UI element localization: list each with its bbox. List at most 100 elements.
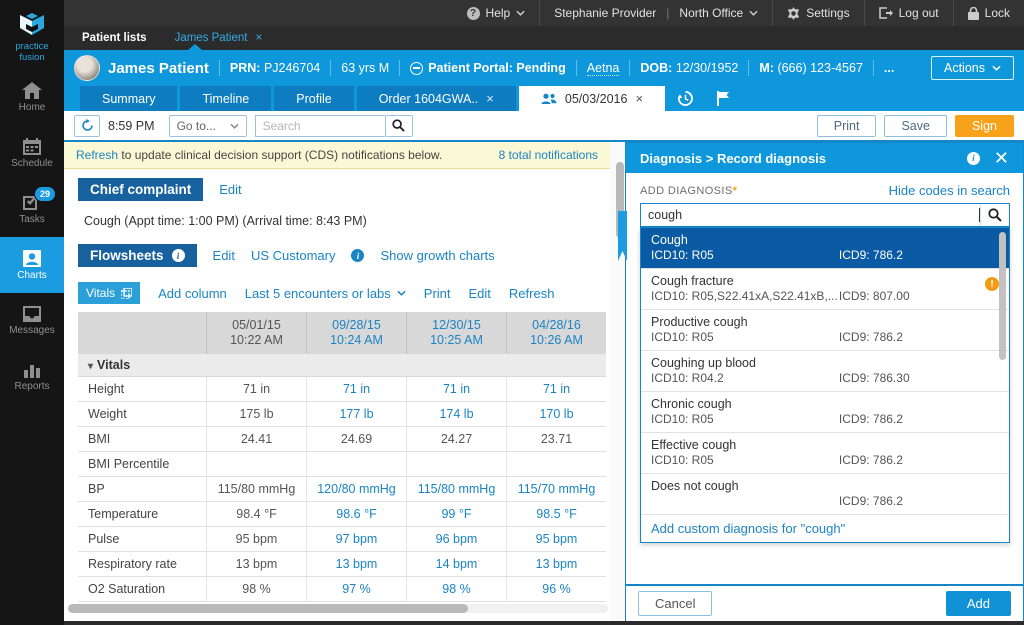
diagnosis-result-coughing-up-blood[interactable]: Coughing up blood ICD10: R04.2ICD9: 786.… <box>641 351 1009 392</box>
print-button[interactable]: Print <box>817 115 877 137</box>
patient-name: James Patient <box>108 60 209 77</box>
close-order-tab-icon[interactable]: × <box>486 91 494 106</box>
sidebar-item-home[interactable]: Home <box>0 69 64 125</box>
warning-icon[interactable]: ! <box>985 277 999 291</box>
more-ellipsis[interactable]: ... <box>884 61 894 75</box>
help-icon: ? <box>467 7 480 20</box>
flowsheet-print-link[interactable]: Print <box>424 286 451 301</box>
encounter-history-button[interactable] <box>668 86 703 111</box>
vitals-section-row[interactable]: ▾Vitals <box>78 354 606 377</box>
tab-summary[interactable]: Summary <box>80 86 177 111</box>
sign-button[interactable]: Sign <box>955 115 1014 137</box>
sidebar-item-tasks[interactable]: 29 Tasks <box>0 181 64 237</box>
tab-order[interactable]: Order 1604GWA.. × <box>357 86 516 111</box>
tab-encounter-date[interactable]: 05/03/2016 × <box>519 86 665 111</box>
actions-button[interactable]: Actions <box>931 56 1014 80</box>
chevron-down-icon <box>230 123 239 129</box>
settings-button[interactable]: Settings <box>772 0 863 26</box>
help-menu[interactable]: ? Help <box>453 0 540 26</box>
diagnosis-result-effective-cough[interactable]: Effective cough ICD10: R05ICD9: 786.2 <box>641 433 1009 474</box>
chevron-down-icon <box>516 10 525 16</box>
flag-button[interactable] <box>706 86 740 111</box>
sidebar-item-charts[interactable]: Charts <box>0 237 64 293</box>
table-row-respiratory-rate: Respiratory rate 13 bpm 13 bpm 14 bpm 13… <box>78 552 606 577</box>
add-custom-diagnosis-link[interactable]: Add custom diagnosis for "cough" <box>641 515 1009 542</box>
tasks-count-badge: 29 <box>34 186 56 202</box>
table-row-pulse: Pulse 95 bpm 97 bpm 96 bpm 95 bpm <box>78 527 606 552</box>
chevron-down-icon <box>749 10 758 16</box>
practice-fusion-logo[interactable]: practice fusion <box>0 0 64 69</box>
units-info-icon[interactable]: i <box>351 249 364 262</box>
horizontal-scrollbar-handle[interactable] <box>68 604 468 613</box>
patient-tab-james[interactable]: James Patient × <box>165 32 273 44</box>
cancel-button[interactable]: Cancel <box>638 591 712 616</box>
diagnosis-result-cough[interactable]: Cough ICD10: R05ICD9: 786.2 <box>641 228 1009 269</box>
diagnosis-result-productive-cough[interactable]: Productive cough ICD10: R05ICD9: 786.2 <box>641 310 1009 351</box>
add-button[interactable]: Add <box>946 591 1011 616</box>
column-header[interactable]: 04/28/1610:26 AM <box>506 312 606 354</box>
flowsheets-header: Flowsheets i <box>78 244 197 267</box>
office-name: North Office <box>679 6 743 20</box>
lock-icon <box>968 7 979 20</box>
lock-button[interactable]: Lock <box>953 0 1024 26</box>
tab-profile[interactable]: Profile <box>274 86 353 111</box>
sidebar-item-schedule[interactable]: Schedule <box>0 125 64 181</box>
close-patient-tab-icon[interactable]: × <box>255 32 262 44</box>
hide-codes-link[interactable]: Hide codes in search <box>889 183 1010 198</box>
cds-count-link[interactable]: 8 total notifications <box>499 148 598 162</box>
diagnosis-panel-footer: Cancel Add <box>626 584 1023 621</box>
encounters-filter-dropdown[interactable]: Last 5 encounters or labs <box>245 286 406 301</box>
refresh-encounter-button[interactable] <box>74 115 100 137</box>
patient-phone: M: (666) 123-4567 <box>759 61 863 75</box>
people-icon <box>541 93 557 105</box>
diagnosis-result-does-not-cough[interactable]: Does not cough ICD9: 786.2 <box>641 474 1009 515</box>
patient-avatar[interactable] <box>74 55 100 81</box>
results-scrollbar-handle[interactable] <box>999 232 1006 360</box>
diagnosis-result-chronic-cough[interactable]: Chronic cough ICD10: R05ICD9: 786.2 <box>641 392 1009 433</box>
units-link[interactable]: US Customary <box>251 248 336 263</box>
logout-button[interactable]: Log out <box>864 0 953 26</box>
add-column-link[interactable]: Add column <box>158 286 227 301</box>
flag-icon <box>716 91 730 106</box>
collapse-triangle-icon: ▾ <box>88 361 93 372</box>
vitals-tab[interactable]: Vitals <box>78 282 140 304</box>
flowsheet-edit-link[interactable]: Edit <box>469 286 491 301</box>
close-date-tab-icon[interactable]: × <box>635 91 643 106</box>
diagnosis-breadcrumb: Diagnosis > Record diagnosis <box>640 151 826 166</box>
flowsheets-edit-link[interactable]: Edit <box>213 248 235 263</box>
chief-complaint-text: Cough (Appt time: 1:00 PM) (Arrival time… <box>84 214 367 228</box>
column-header: 05/01/1510:22 AM <box>206 312 306 354</box>
save-button[interactable]: Save <box>884 115 947 137</box>
inbox-icon <box>23 306 41 322</box>
chief-complaint-edit-link[interactable]: Edit <box>219 182 241 197</box>
cds-refresh-link[interactable]: Refresh <box>76 148 118 162</box>
sidebar-item-messages[interactable]: Messages <box>0 293 64 349</box>
chart-search-input[interactable] <box>255 115 385 137</box>
user-office-menu[interactable]: Stephanie Provider | North Office <box>539 0 772 26</box>
chevron-down-icon <box>992 65 1001 71</box>
patient-age-sex: 63 yrs M <box>341 61 389 75</box>
column-header[interactable]: 12/30/1510:25 AM <box>406 312 506 354</box>
horizontal-scrollbar[interactable] <box>68 604 608 613</box>
goto-select[interactable]: Go to... <box>169 115 247 137</box>
panel-info-icon[interactable]: i <box>967 152 980 165</box>
sidebar-item-reports[interactable]: Reports <box>0 349 64 405</box>
tab-timeline[interactable]: Timeline <box>180 86 271 111</box>
panel-close-icon[interactable]: ✕ <box>994 149 1009 167</box>
diagnosis-search-button[interactable] <box>980 204 1009 226</box>
portal-pending-icon <box>410 62 423 75</box>
bottom-strip <box>64 621 1024 625</box>
content-area: Refresh to update clinical decision supp… <box>64 142 1024 621</box>
patient-header: James Patient PRN: PJ246704 63 yrs M Pat… <box>64 50 1024 86</box>
diagnosis-search-input[interactable] <box>641 208 983 222</box>
diagnosis-result-cough-fracture[interactable]: Cough fracture ICD10: R05,S22.41xA,S22.4… <box>641 269 1009 310</box>
column-header[interactable]: 09/28/1510:24 AM <box>306 312 406 354</box>
chart-search-button[interactable] <box>385 115 413 137</box>
flowsheet-refresh-link[interactable]: Refresh <box>509 286 555 301</box>
flowsheets-info-icon[interactable]: i <box>172 249 185 262</box>
patient-portal-status[interactable]: Patient Portal: Pending <box>410 61 566 75</box>
table-row-bmi: BMI 24.41 24.69 24.27 23.71 <box>78 427 606 452</box>
growth-charts-link[interactable]: Show growth charts <box>380 248 494 263</box>
insurance-link[interactable]: Aetna <box>587 61 620 76</box>
patient-lists-tab[interactable]: Patient lists <box>64 32 165 44</box>
